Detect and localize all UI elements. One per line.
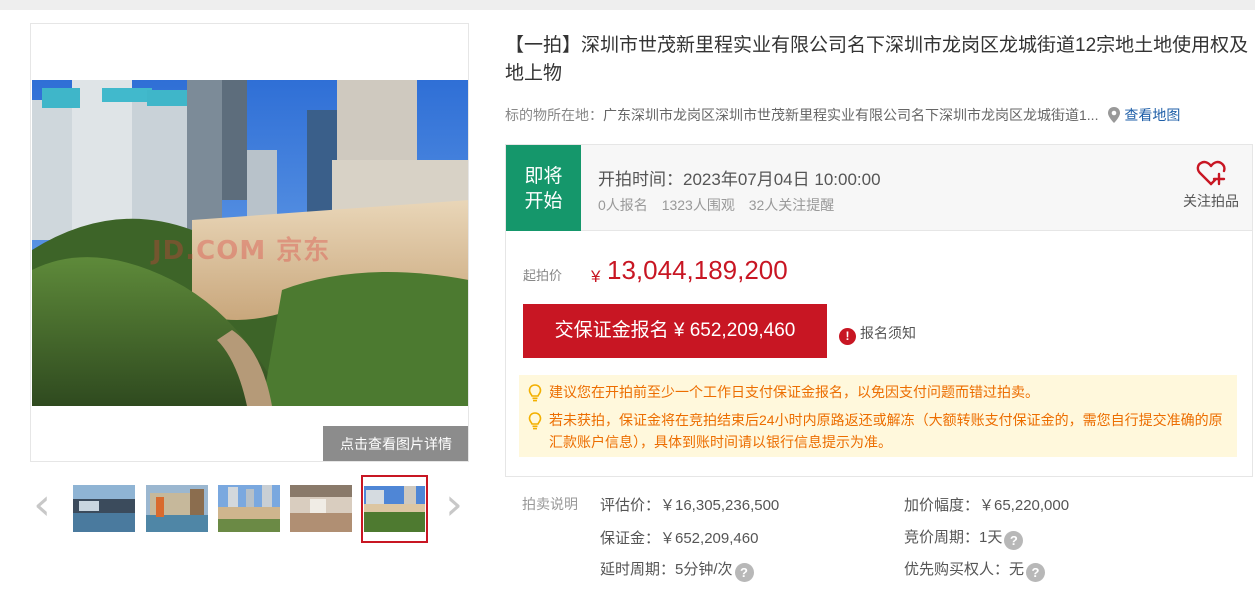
lightbulb-icon <box>528 384 542 402</box>
follow-item-button[interactable]: 关注拍品 <box>1171 159 1251 211</box>
view-map-link[interactable]: 查看地图 <box>1124 107 1180 123</box>
top-bar <box>0 0 1255 10</box>
priority-buyer-row: 优先购买权人：无? <box>904 558 1046 582</box>
signup-count: 0人报名 <box>598 197 648 213</box>
location-label: 标的物所在地： <box>505 107 603 123</box>
auction-details: 拍卖说明 评估价：￥16,305,236,500 加价幅度：￥65,220,00… <box>505 486 1253 596</box>
watermark: JD.COM 京东 <box>152 236 331 266</box>
main-photo[interactable]: JD.COM 京东 <box>32 80 468 406</box>
starting-price-value: 13,044,189,200 <box>607 255 788 285</box>
starting-price-label: 起拍价 <box>523 268 563 283</box>
exclamation-icon: ! <box>839 328 856 345</box>
bid-period-row: 竞价周期：1天? <box>904 526 1024 550</box>
status-badge-line2: 开始 <box>524 191 563 212</box>
heart-plus-icon <box>1196 160 1226 186</box>
chevron-right-icon[interactable]: › <box>442 483 466 529</box>
pay-deposit-register-button[interactable]: 交保证金报名 ¥ 652,209,460 <box>523 304 827 358</box>
viewer-count: 1323人围观 <box>661 197 735 213</box>
map-pin-icon[interactable] <box>1106 106 1122 124</box>
details-heading: 拍卖说明 <box>522 496 578 512</box>
auction-stats: 0人报名 1323人围观 32人关注提醒 <box>598 195 844 215</box>
thumbnail-strip: ‹ › <box>30 475 470 545</box>
lightbulb-icon <box>528 412 542 430</box>
tip-text: 建议您在开拍前至少一个工作日支付保证金报名，以免因支付问题而错过拍卖。 <box>549 384 1039 400</box>
status-bar: 即将 开始 开拍时间：2023年07月04日 10:00:00 0人报名 132… <box>506 145 1252 231</box>
help-icon[interactable]: ? <box>1004 531 1024 550</box>
bid-period: 竞价周期：1天 <box>904 529 1003 546</box>
bid-panel: 即将 开始 开拍时间：2023年07月04日 10:00:00 0人报名 132… <box>505 144 1253 477</box>
thumbnail-1[interactable] <box>73 485 135 532</box>
extension-period: 延时周期：5分钟/次 <box>600 561 733 578</box>
extension-period-row: 延时周期：5分钟/次? <box>600 558 754 582</box>
deposit-amount: 保证金：￥652,209,460 <box>600 530 759 547</box>
thumbnail-4[interactable] <box>290 485 352 532</box>
thumbnail-3[interactable] <box>218 485 280 532</box>
start-time: 开拍时间：2023年07月04日 10:00:00 <box>598 170 881 189</box>
location-value: 广东深圳市龙岗区深圳市世茂新里程实业有限公司名下深圳市龙岗区龙城街道1... <box>603 107 1099 123</box>
registration-notice-label: 报名须知 <box>860 325 916 341</box>
help-icon[interactable]: ? <box>734 563 754 582</box>
reminder-count: 32人关注提醒 <box>748 197 835 213</box>
follow-label: 关注拍品 <box>1183 193 1239 209</box>
price-currency: ¥ <box>591 267 601 286</box>
chevron-left-icon[interactable]: ‹ <box>30 483 54 529</box>
status-badge: 即将 开始 <box>506 145 581 231</box>
registration-notice-link[interactable]: ! 报名须知 <box>839 323 916 345</box>
help-icon[interactable]: ? <box>1026 563 1046 582</box>
thumbnail-2[interactable] <box>146 485 208 532</box>
location-row: 标的物所在地：广东深圳市龙岗区深圳市世茂新里程实业有限公司名下深圳市龙岗区龙城街… <box>505 104 1245 126</box>
thumbnail-5-active[interactable] <box>361 475 428 543</box>
main-image-frame: JD.COM 京东 点击查看图片详情 <box>30 23 469 462</box>
tip-item: 建议您在开拍前至少一个工作日支付保证金报名，以免因支付问题而错过拍卖。 <box>525 381 1231 403</box>
tip-item: 若未获拍，保证金将在竞拍结束后24小时内原路返还或解冻（大额转账支付保证金的，需… <box>525 409 1231 453</box>
bid-increment: 加价幅度：￥65,220,000 <box>904 497 1070 514</box>
view-photo-details-button[interactable]: 点击查看图片详情 <box>323 426 468 461</box>
auction-title: 【一拍】深圳市世茂新里程实业有限公司名下深圳市龙岗区龙城街道12宗地土地使用权及… <box>505 35 1249 84</box>
appraisal-price: 评估价：￥16,305,236,500 <box>600 497 780 514</box>
status-badge-line1: 即将 <box>524 166 563 187</box>
tip-text: 若未获拍，保证金将在竞拍结束后24小时内原路返还或解冻（大额转账支付保证金的，需… <box>549 412 1223 450</box>
tips-box: 建议您在开拍前至少一个工作日支付保证金报名，以免因支付问题而错过拍卖。 若未获拍… <box>519 375 1237 457</box>
priority-buyer: 优先购买权人：无 <box>904 561 1025 578</box>
